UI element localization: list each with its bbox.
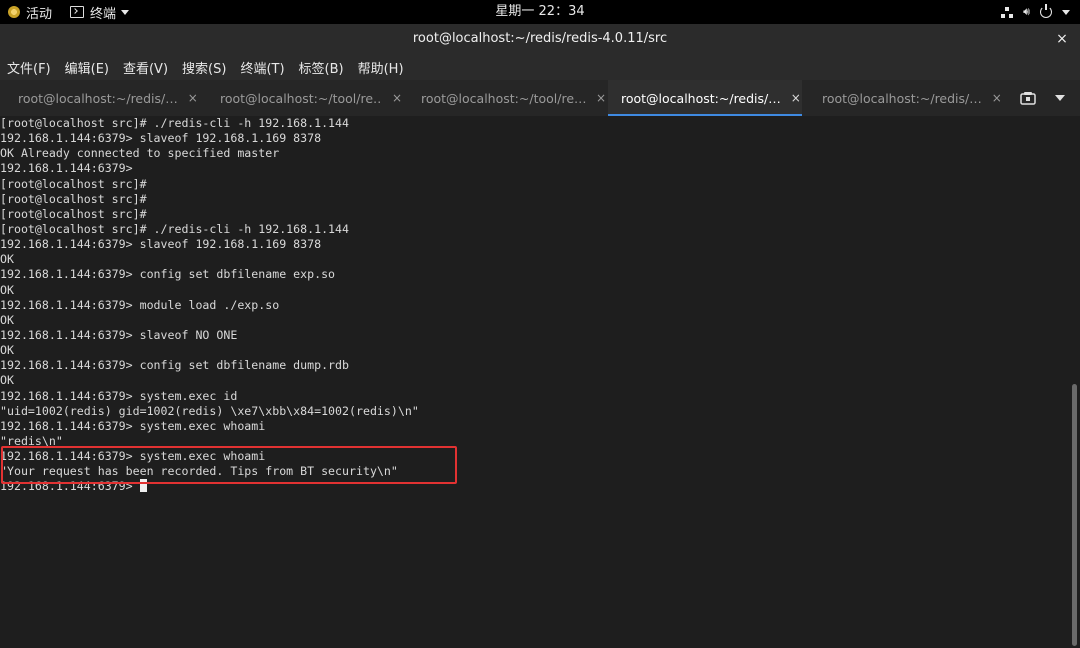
- tab-label: root@localhost:~/tool/re…: [220, 90, 382, 106]
- tab-bar: root@localhost:~/redis/… × root@localhos…: [0, 80, 1080, 117]
- tab-1[interactable]: root@localhost:~/redis/… ×: [0, 80, 200, 116]
- tab-label: root@localhost:~/redis/…: [822, 90, 982, 106]
- terminal-prompt-line: 192.168.1.144:6379>: [0, 479, 1068, 494]
- tab-label: root@localhost:~/redis/…: [621, 90, 781, 106]
- menu-search[interactable]: 搜索(S): [175, 58, 233, 77]
- terminal-line: OK: [0, 312, 14, 327]
- terminal-line: 192.168.1.144:6379> module load ./exp.so: [0, 297, 280, 312]
- terminal-output[interactable]: [root@localhost src]# ./redis-cli -h 192…: [0, 116, 1068, 648]
- terminal-line: 192.168.1.144:6379> slaveof NO ONE: [0, 327, 238, 342]
- terminal-line: [root@localhost src]#: [0, 176, 147, 191]
- terminal-line: "redis\n": [0, 433, 63, 448]
- tab-4-active[interactable]: root@localhost:~/redis/… ×: [608, 80, 802, 116]
- tab-close-icon[interactable]: ×: [791, 91, 801, 105]
- terminal-line: "Your request has been recorded. Tips fr…: [0, 464, 398, 479]
- tab-label: root@localhost:~/tool/re…: [421, 90, 586, 106]
- terminal-line: OK Already connected to specified master: [0, 146, 280, 161]
- tab-close-icon[interactable]: ×: [188, 91, 198, 105]
- tab-label: root@localhost:~/redis/…: [18, 90, 178, 106]
- tab-close-icon[interactable]: ×: [392, 91, 402, 105]
- tab-close-icon[interactable]: ×: [596, 91, 606, 105]
- text-cursor: [139, 479, 147, 493]
- system-menu-caret-icon[interactable]: [1062, 9, 1070, 15]
- tab-close-icon[interactable]: ×: [992, 91, 1002, 105]
- menu-help[interactable]: 帮助(H): [351, 58, 411, 77]
- terminal-line: 192.168.1.144:6379>: [0, 161, 133, 176]
- tab-list-caret-icon[interactable]: [1048, 80, 1072, 116]
- terminal-line: 192.168.1.144:6379> config set dbfilenam…: [0, 358, 350, 373]
- power-icon[interactable]: [1040, 4, 1052, 18]
- terminal-line: 192.168.1.144:6379> system.exec whoami: [0, 449, 266, 464]
- menu-file[interactable]: 文件(F): [0, 58, 58, 77]
- terminal-line: 192.168.1.144:6379> slaveof 192.168.1.16…: [0, 131, 322, 146]
- tab-2[interactable]: root@localhost:~/tool/re… ×: [202, 80, 402, 116]
- terminal-line: OK: [0, 252, 14, 267]
- tab-3[interactable]: root@localhost:~/tool/re… ×: [404, 80, 606, 116]
- terminal-line: [root@localhost src]# ./redis-cli -h 192…: [0, 116, 350, 130]
- new-tab-icon[interactable]: [1016, 80, 1040, 116]
- menu-edit[interactable]: 编辑(E): [58, 58, 116, 77]
- scrollbar-thumb[interactable]: [1072, 384, 1077, 646]
- terminal-line: OK: [0, 343, 14, 358]
- system-top-bar: 活动 终端 星期一 22：34 🔊︎: [0, 0, 1080, 24]
- terminal-line: 192.168.1.144:6379> system.exec id: [0, 388, 238, 403]
- clock[interactable]: 星期一 22：34: [0, 0, 1080, 24]
- terminal-line: "uid=1002(redis) gid=1002(redis) \xe7\xb…: [0, 403, 419, 418]
- terminal-line: 192.168.1.144:6379> system.exec whoami: [0, 418, 266, 433]
- tab-5[interactable]: root@localhost:~/redis/… ×: [804, 80, 1004, 116]
- terminal-line: [root@localhost src]#: [0, 206, 147, 221]
- menu-terminal[interactable]: 终端(T): [233, 58, 291, 77]
- terminal-line: 192.168.1.144:6379> slaveof 192.168.1.16…: [0, 237, 322, 252]
- close-window-button[interactable]: ×: [1054, 24, 1070, 54]
- terminal-line: 192.168.1.144:6379> config set dbfilenam…: [0, 267, 336, 282]
- terminal-line: [root@localhost src]# ./redis-cli -h 192…: [0, 221, 350, 236]
- terminal-line: OK: [0, 373, 14, 388]
- window-titlebar: root@localhost:~/redis/redis-4.0.11/src …: [0, 24, 1080, 54]
- terminal-line: [root@localhost src]#: [0, 191, 147, 206]
- volume-icon[interactable]: 🔊︎: [1023, 5, 1030, 19]
- network-icon[interactable]: [1001, 6, 1014, 18]
- menu-view[interactable]: 查看(V): [116, 58, 175, 77]
- terminal-scrollbar[interactable]: [1068, 116, 1080, 648]
- menu-bar: 文件(F) 编辑(E) 查看(V) 搜索(S) 终端(T) 标签(B) 帮助(H…: [0, 54, 1080, 80]
- menu-tabs[interactable]: 标签(B): [292, 58, 351, 77]
- terminal-line: OK: [0, 282, 14, 297]
- window-title: root@localhost:~/redis/redis-4.0.11/src: [412, 31, 668, 46]
- terminal-prompt: 192.168.1.144:6379>: [0, 479, 140, 494]
